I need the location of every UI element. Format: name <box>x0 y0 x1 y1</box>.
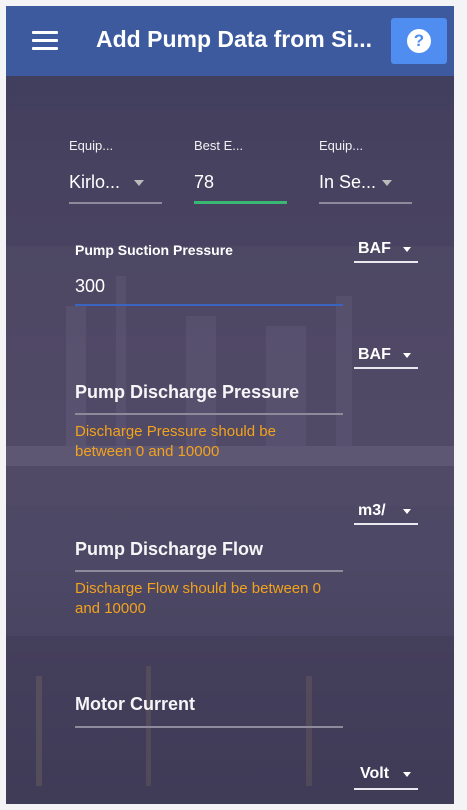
discharge-flow-unit-select[interactable]: m3/ <box>358 502 386 520</box>
equipment-status-underline <box>319 202 412 204</box>
equipment-select-value[interactable]: Kirlo... <box>69 172 120 193</box>
voltage-unit-select[interactable]: Volt <box>360 765 389 783</box>
help-icon: ? <box>407 29 431 53</box>
chevron-down-icon[interactable] <box>382 180 392 186</box>
equipment-status-label: Equip... <box>319 138 364 153</box>
motor-current-underline <box>75 726 343 728</box>
discharge-flow-unit-value: m3/ <box>358 502 386 519</box>
help-button[interactable]: ? <box>391 18 447 64</box>
discharge-pressure-unit-select[interactable]: BAF <box>358 346 391 364</box>
suction-unit-value: BAF <box>358 240 391 257</box>
discharge-pressure-unit-underline <box>354 367 418 369</box>
chevron-down-icon[interactable] <box>134 180 144 186</box>
discharge-flow-field[interactable]: Pump Discharge Flow <box>75 539 263 560</box>
equipment-select-underline <box>69 202 162 204</box>
equipment-label: Equip... <box>69 138 114 153</box>
page-title: Add Pump Data from Si... <box>96 26 373 52</box>
app-screen: Add Pump Data from Si... ? Equip... Kirl… <box>6 6 454 804</box>
suction-pressure-label: Pump Suction Pressure <box>75 242 233 258</box>
motor-current-field[interactable]: Motor Current <box>75 694 195 715</box>
best-efficiency-input[interactable]: 78 <box>194 172 214 193</box>
suction-unit-select[interactable]: BAF <box>358 240 391 258</box>
discharge-pressure-field[interactable]: Pump Discharge Pressure <box>75 382 299 403</box>
chevron-down-icon[interactable] <box>403 247 411 252</box>
voltage-unit-underline <box>354 788 418 790</box>
discharge-pressure-underline <box>75 413 343 415</box>
discharge-pressure-error: Discharge Pressure should be between 0 a… <box>75 423 276 460</box>
app-bar: Add Pump Data from Si... ? <box>6 6 454 76</box>
equipment-status-select-value[interactable]: In Se... <box>319 172 376 193</box>
suction-unit-underline <box>354 261 418 263</box>
suction-pressure-underline <box>75 304 343 306</box>
discharge-pressure-unit-value: BAF <box>358 346 391 363</box>
best-efficiency-underline <box>194 201 287 204</box>
discharge-flow-error: Discharge Flow should be between 0 and 1… <box>75 580 321 617</box>
discharge-flow-unit-underline <box>354 523 418 525</box>
chevron-down-icon[interactable] <box>403 772 411 777</box>
discharge-flow-underline <box>75 570 343 572</box>
voltage-unit-value: Volt <box>360 765 390 782</box>
suction-pressure-input[interactable]: 300 <box>75 276 105 297</box>
hamburger-icon[interactable] <box>32 31 58 51</box>
chevron-down-icon[interactable] <box>403 353 411 358</box>
chevron-down-icon[interactable] <box>403 509 411 514</box>
best-efficiency-label: Best E... <box>194 138 244 153</box>
